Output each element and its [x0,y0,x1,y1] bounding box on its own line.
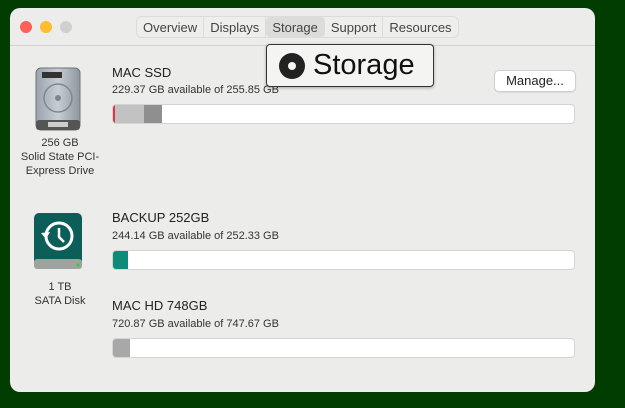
storage-segment [113,251,128,269]
tooltip-label: Storage [313,49,415,81]
tab-overview[interactable]: Overview [137,17,205,37]
ssd-drive-icon [35,67,81,131]
tab-displays[interactable]: Displays [204,17,267,37]
tab-storage[interactable]: Storage [266,17,325,37]
drive-available-mac-hd: 720.87 GB available of 747.67 GB [112,318,279,330]
drive-name-mac-ssd: MAC SSD [112,65,172,80]
zoom-button[interactable] [60,21,72,33]
tab-resources[interactable]: Resources [383,17,457,37]
time-machine-drive-icon [34,213,82,269]
disk-icon [279,52,305,79]
ssd-caption: 256 GB Solid State PCI- Express Drive [10,136,110,178]
tab-bar: Overview Displays Storage Support Resour… [136,16,459,38]
backup-type: SATA Disk [34,295,86,307]
storage-bar-mac-ssd [112,104,575,124]
ssd-type-1: Solid State PCI- [20,151,100,163]
drive-name-backup: BACKUP 252GB [112,210,210,225]
drive-available-mac-ssd: 229.37 GB available of 255.85 GB [112,84,279,96]
storage-bar-mac-hd [112,338,575,358]
close-button[interactable] [20,21,32,33]
manage-button[interactable]: Manage... [494,70,576,92]
minimize-button[interactable] [40,21,52,33]
storage-segment [143,105,163,123]
tab-support[interactable]: Support [325,17,384,37]
ssd-type-2: Express Drive [25,165,95,177]
titlebar: Overview Displays Storage Support Resour… [10,8,595,46]
storage-tooltip: Storage [266,44,434,87]
drive-available-backup: 244.14 GB available of 252.33 GB [112,230,279,242]
backup-capacity: 1 TB [48,281,72,293]
drive-name-mac-hd: MAC HD 748GB [112,298,208,313]
ssd-capacity: 256 GB [41,137,79,149]
backup-caption: 1 TB SATA Disk [10,280,110,308]
storage-segment [113,339,130,357]
storage-segment [114,105,144,123]
storage-bar-backup [112,250,575,270]
